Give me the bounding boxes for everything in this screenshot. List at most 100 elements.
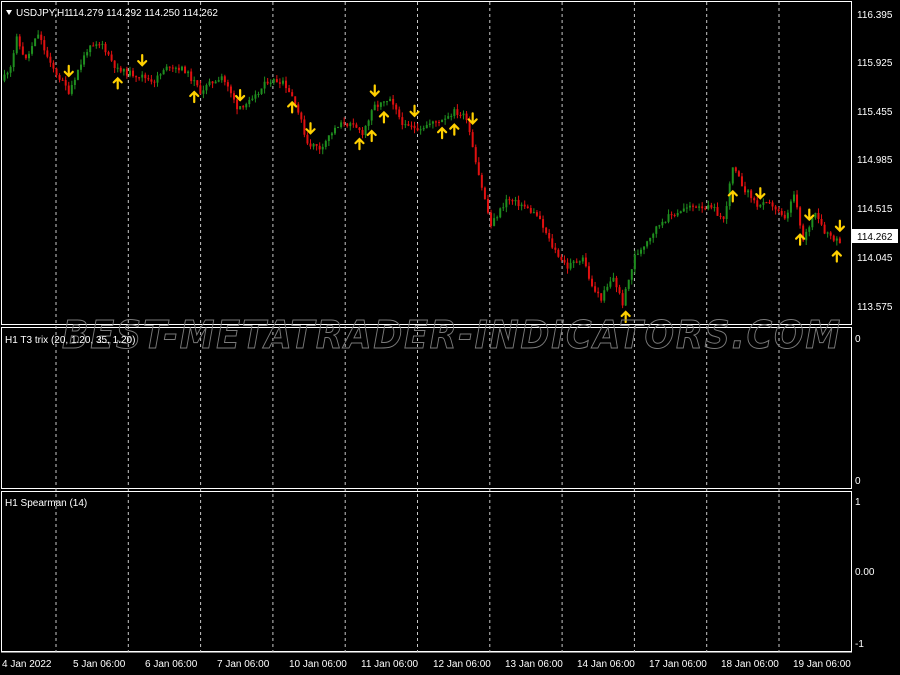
candle-body — [205, 85, 208, 91]
time-axis: 4 Jan 2022 5 Jan 06:00 6 Jan 06:00 7 Jan… — [2, 659, 851, 670]
candle-body — [162, 70, 165, 75]
candle-body — [401, 117, 404, 125]
candle-body — [667, 214, 670, 222]
candle-body — [490, 212, 493, 226]
candle-body — [649, 237, 652, 242]
candle-body — [581, 257, 584, 262]
candle-body — [695, 206, 698, 208]
candle-body — [67, 85, 70, 94]
candle-body — [190, 71, 193, 81]
candle-body — [392, 98, 395, 105]
candle-body — [138, 77, 141, 79]
time-tick: 10 Jan 06:00 — [289, 659, 347, 670]
candle-body — [64, 80, 67, 86]
candle-body — [428, 123, 431, 126]
candle-body — [817, 212, 820, 219]
candle-body — [248, 99, 251, 105]
candle-body — [321, 146, 324, 150]
candle-body — [447, 116, 450, 119]
candle-body — [199, 85, 202, 94]
candle-body — [780, 211, 783, 215]
candle-body — [312, 144, 315, 147]
candle-body — [254, 94, 257, 99]
candle-body — [480, 175, 483, 188]
spearman-axis-bottom: -1 — [855, 639, 864, 650]
candle-body — [535, 212, 538, 216]
candle-body — [621, 293, 624, 306]
candle-body — [811, 217, 814, 228]
candle-body — [615, 277, 618, 288]
candle-body — [171, 67, 174, 69]
candle-body — [324, 141, 327, 147]
spearman-panel[interactable] — [1, 491, 852, 652]
candle-body — [783, 214, 786, 219]
candle-body — [704, 208, 707, 210]
candle-body — [682, 208, 685, 212]
price-tick: 114.515 — [857, 204, 893, 215]
time-tick: 17 Jan 06:00 — [649, 659, 707, 670]
candle-body — [792, 194, 795, 202]
candle-body — [786, 212, 789, 219]
candle-body — [496, 217, 499, 219]
candle-body — [444, 118, 447, 120]
main-chart-panel[interactable] — [1, 1, 852, 325]
candle-body — [744, 186, 747, 193]
candle-body — [584, 257, 587, 267]
candle-body — [229, 86, 232, 94]
candle-body — [630, 269, 633, 280]
candle-body — [554, 247, 557, 250]
candle-body — [603, 290, 606, 301]
candle-body — [119, 67, 122, 72]
candle-body — [257, 93, 260, 95]
candle-body — [291, 92, 294, 97]
candle-body — [627, 279, 630, 289]
candle-body — [643, 246, 646, 250]
candle-body — [297, 104, 300, 113]
candle-body — [278, 82, 281, 84]
candle-body — [505, 199, 508, 208]
candle-body — [153, 81, 156, 83]
candle-body — [343, 122, 346, 124]
candle-body — [373, 104, 376, 111]
candle-body — [566, 262, 569, 269]
candle-body — [474, 147, 477, 163]
candle-body — [309, 143, 312, 147]
candle-body — [765, 202, 768, 204]
candle-body — [529, 208, 532, 213]
candle-body — [174, 67, 177, 69]
candle-body — [116, 67, 119, 69]
candle-body — [493, 218, 496, 226]
candle-body — [364, 125, 367, 136]
candle-body — [86, 52, 89, 56]
candle-body — [750, 190, 753, 199]
candle-body — [636, 253, 639, 255]
candle-body — [563, 259, 566, 263]
candle-body — [165, 66, 168, 71]
candle-body — [676, 213, 679, 216]
candle-body — [73, 79, 76, 86]
candle-body — [652, 233, 655, 238]
candle-body — [144, 74, 147, 79]
candle-body — [646, 241, 649, 247]
candle-body — [294, 96, 297, 105]
candle-body — [719, 215, 722, 217]
candle-body — [12, 53, 15, 68]
candle-body — [747, 190, 750, 193]
time-tick: 4 Jan 2022 — [2, 659, 52, 670]
candle-body — [220, 76, 223, 81]
time-tick: 14 Jan 06:00 — [577, 659, 635, 670]
candle-body — [416, 128, 419, 131]
candle-body — [514, 199, 517, 202]
candle-body — [147, 78, 150, 80]
mt4-chart-window[interactable]: BEST-METATRADER-INDICATORS.COM USDJPY,H1… — [0, 0, 900, 675]
spearman-axis-mid: 0.00 — [855, 567, 875, 578]
candle-body — [624, 288, 627, 306]
candle-body — [379, 102, 382, 107]
candle-body — [456, 109, 459, 115]
price-tick: 116.395 — [857, 10, 893, 21]
candle-body — [352, 123, 355, 125]
candle-body — [838, 238, 841, 244]
candle-body — [263, 81, 266, 89]
candle-body — [122, 68, 125, 72]
candle-body — [762, 202, 765, 205]
